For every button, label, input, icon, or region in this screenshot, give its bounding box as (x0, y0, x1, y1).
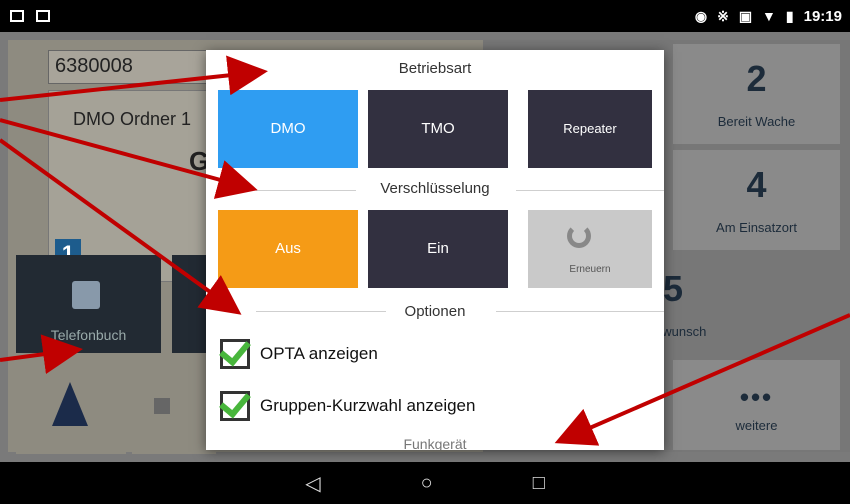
bluetooth-icon: ※ (717, 7, 729, 24)
checkbox-checked-icon[interactable] (219, 333, 251, 369)
app-notification-icon (10, 10, 24, 22)
checkbox-checked-icon[interactable] (219, 385, 251, 421)
group-speed-dial-option[interactable]: Gruppen-Kurzwahl anzeigen (219, 385, 476, 424)
status-tile-2[interactable]: 2 Bereit Wache (673, 44, 840, 144)
tmo-mode-button[interactable]: TMO (368, 90, 508, 168)
battery-icon: ▮ (785, 7, 794, 24)
back-icon[interactable]: ◁ (305, 471, 320, 496)
car-icon: ▣ (738, 7, 753, 24)
location-icon: ◉ (694, 7, 708, 24)
navigation-button[interactable] (16, 362, 126, 454)
contacts-icon (72, 281, 100, 309)
status-number: 4 (746, 164, 767, 205)
status-number: 5 (663, 268, 684, 309)
group-speed-dial-label: Gruppen-Kurzwahl anzeigen (260, 396, 476, 415)
navigation-arrow-icon (52, 382, 88, 426)
encryption-on-button[interactable]: Ein (368, 210, 508, 288)
repeater-mode-button[interactable]: Repeater (528, 90, 652, 168)
more-label: weitere (735, 418, 778, 433)
home-icon[interactable]: ○ (421, 472, 433, 495)
status-label: hwunsch (655, 324, 707, 339)
funkgeraet-section-title: Funkgerät (403, 436, 467, 450)
status-tile-4[interactable]: 4 Am Einsatzort (673, 150, 840, 250)
clock: 19:19 (803, 7, 842, 25)
more-dots-icon: ••• (739, 382, 774, 412)
android-nav-bar: ◁ ○ □ (0, 462, 850, 504)
verschluesselung-title: Verschlüsselung (380, 180, 490, 197)
betriebsart-title: Betriebsart (398, 60, 472, 77)
status-label: Bereit Wache (717, 114, 796, 129)
renew-key-button[interactable]: Erneuern (528, 210, 652, 288)
speaker-icon (154, 398, 170, 414)
settings-dialog: Betriebsart DMO TMO Repeater Verschlüsse… (206, 50, 664, 450)
more-button[interactable]: ••• weitere (673, 360, 840, 450)
encryption-off-button[interactable]: Aus (218, 210, 358, 288)
status-label: Am Einsatzort (716, 220, 797, 235)
dmo-card-title: DMO Ordner 1 (73, 109, 192, 129)
volume-button[interactable] (132, 362, 216, 454)
telefonbuch-label: Telefonbuch (50, 327, 127, 343)
telefonbuch-button[interactable]: Telefonbuch (16, 255, 161, 353)
android-icon (36, 10, 50, 22)
renew-label: Erneuern (569, 264, 611, 275)
opta-option[interactable]: OPTA anzeigen (219, 333, 378, 372)
status-bar: ◉ ※ ▣ ▼ ▮ 19:19 (0, 0, 850, 32)
optionen-title: Optionen (404, 303, 466, 320)
refresh-icon (567, 224, 591, 248)
recents-icon[interactable]: □ (533, 472, 545, 495)
opta-option-label: OPTA anzeigen (260, 344, 378, 363)
dmo-mode-button[interactable]: DMO (218, 90, 358, 168)
status-number: 2 (746, 58, 767, 99)
wifi-icon: ▼ (762, 8, 776, 24)
